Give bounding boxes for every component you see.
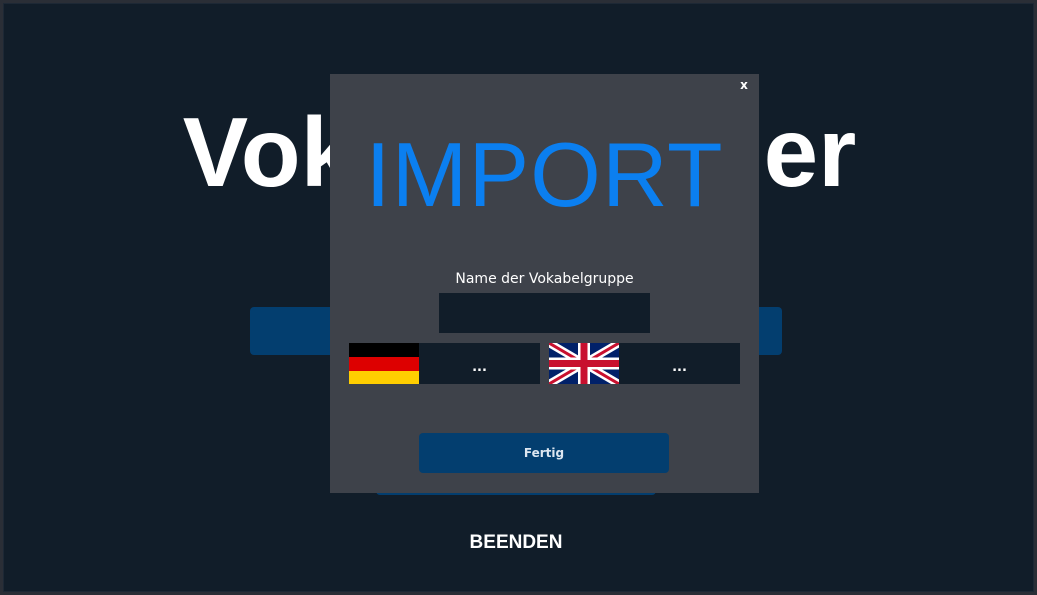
close-button[interactable]: x <box>737 77 751 93</box>
source-language-file-picker[interactable]: ... <box>419 343 540 384</box>
group-name-label: Name der Vokabelgruppe <box>455 271 634 287</box>
done-button[interactable]: Fertig <box>419 433 669 473</box>
import-dialog: x IMPORT Name der Vokabelgruppe ... ... <box>330 74 759 493</box>
group-name-input[interactable] <box>439 293 650 333</box>
quit-button[interactable]: BEENDEN <box>384 528 648 558</box>
united-kingdom-flag-icon <box>549 343 619 384</box>
target-language-file-picker[interactable]: ... <box>619 343 740 384</box>
app-window: Vokabeltrainer BEENDEN x IMPORT Name der… <box>3 3 1034 592</box>
germany-flag-icon <box>349 343 419 384</box>
dialog-title: IMPORT <box>365 125 724 226</box>
